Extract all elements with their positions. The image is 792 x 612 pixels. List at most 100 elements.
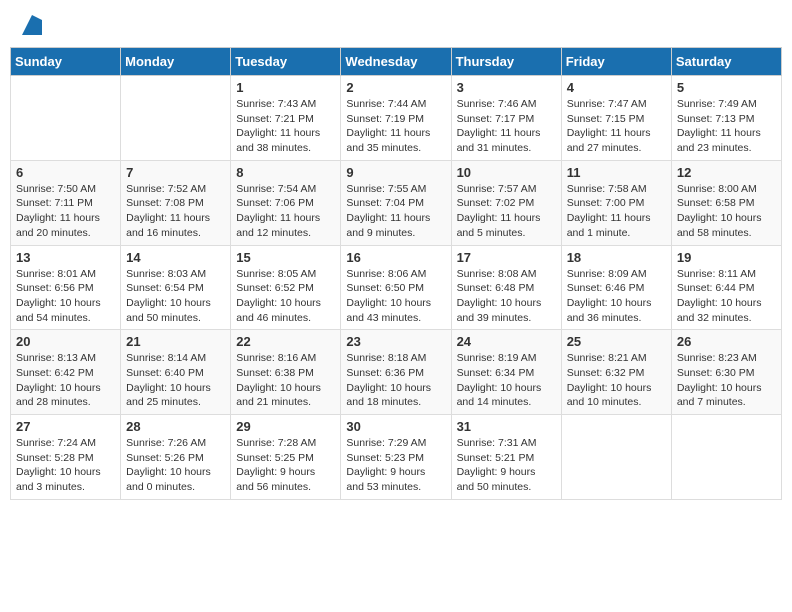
day-cell: 11Sunrise: 7:58 AM Sunset: 7:00 PM Dayli… — [561, 160, 671, 245]
day-cell: 26Sunrise: 8:23 AM Sunset: 6:30 PM Dayli… — [671, 330, 781, 415]
day-info: Sunrise: 7:46 AM Sunset: 7:17 PM Dayligh… — [457, 97, 556, 156]
day-info: Sunrise: 7:26 AM Sunset: 5:26 PM Dayligh… — [126, 436, 225, 495]
day-cell: 3Sunrise: 7:46 AM Sunset: 7:17 PM Daylig… — [451, 76, 561, 161]
day-number: 21 — [126, 334, 225, 349]
day-info: Sunrise: 7:54 AM Sunset: 7:06 PM Dayligh… — [236, 182, 335, 241]
day-cell: 27 Sunrise: 7:24 AM Sunset: 5:28 PM Dayli… — [11, 415, 121, 500]
day-info: Sunrise: 7:24 AM Sunset: 5:28 PM Dayligh… — [16, 436, 115, 495]
day-number: 12 — [677, 165, 776, 180]
day-number: 14 — [126, 250, 225, 265]
day-number: 1 — [236, 80, 335, 95]
day-cell: 6Sunrise: 7:50 AM Sunset: 7:11 PM Daylig… — [11, 160, 121, 245]
day-info: Sunrise: 7:29 AM Sunset: 5:23 PM Dayligh… — [346, 436, 445, 495]
day-number: 8 — [236, 165, 335, 180]
week-row-5: 27 Sunrise: 7:24 AM Sunset: 5:28 PM Dayli… — [11, 415, 782, 500]
day-cell: 2 Sunrise: 7:44 AM Sunset: 7:19 PM Daylig… — [341, 76, 451, 161]
day-info: Sunrise: 7:58 AM Sunset: 7:00 PM Dayligh… — [567, 182, 666, 241]
day-info: Sunrise: 8:03 AM Sunset: 6:54 PM Dayligh… — [126, 267, 225, 326]
day-cell: 19 Sunrise: 8:11 AM Sunset: 6:44 PM Dayli… — [671, 245, 781, 330]
day-number: 13 — [16, 250, 115, 265]
day-info: Sunrise: 7:49 AM Sunset: 7:13 PM Dayligh… — [677, 97, 776, 156]
day-cell — [121, 76, 231, 161]
day-info: Sunrise: 7:31 AM Sunset: 5:21 PM Dayligh… — [457, 436, 556, 495]
day-info: Sunrise: 8:19 AM Sunset: 6:34 PM Dayligh… — [457, 351, 556, 410]
day-cell: 4 Sunrise: 7:47 AM Sunset: 7:15 PM Daylig… — [561, 76, 671, 161]
day-info: Sunrise: 8:11 AM Sunset: 6:44 PM Dayligh… — [677, 267, 776, 326]
day-cell: 13 Sunrise: 8:01 AM Sunset: 6:56 PM Dayli… — [11, 245, 121, 330]
column-header-monday: Monday — [121, 48, 231, 76]
day-cell — [561, 415, 671, 500]
header — [10, 10, 782, 39]
day-cell: 17 Sunrise: 8:08 AM Sunset: 6:48 PM Dayli… — [451, 245, 561, 330]
day-info: Sunrise: 7:44 AM Sunset: 7:19 PM Dayligh… — [346, 97, 445, 156]
column-header-tuesday: Tuesday — [231, 48, 341, 76]
day-info: Sunrise: 7:47 AM Sunset: 7:15 PM Dayligh… — [567, 97, 666, 156]
logo — [18, 14, 42, 35]
day-info: Sunrise: 7:28 AM Sunset: 5:25 PM Dayligh… — [236, 436, 335, 495]
day-info: Sunrise: 8:18 AM Sunset: 6:36 PM Dayligh… — [346, 351, 445, 410]
day-cell: 25 Sunrise: 8:21 AM Sunset: 6:32 PM Dayli… — [561, 330, 671, 415]
day-info: Sunrise: 8:00 AM Sunset: 6:58 PM Dayligh… — [677, 182, 776, 241]
day-info: Sunrise: 8:01 AM Sunset: 6:56 PM Dayligh… — [16, 267, 115, 326]
day-info: Sunrise: 7:55 AM Sunset: 7:04 PM Dayligh… — [346, 182, 445, 241]
day-info: Sunrise: 8:21 AM Sunset: 6:32 PM Dayligh… — [567, 351, 666, 410]
day-cell: 21 Sunrise: 8:14 AM Sunset: 6:40 PM Dayli… — [121, 330, 231, 415]
day-number: 4 — [567, 80, 666, 95]
day-number: 17 — [457, 250, 556, 265]
day-info: Sunrise: 8:14 AM Sunset: 6:40 PM Dayligh… — [126, 351, 225, 410]
day-number: 30 — [346, 419, 445, 434]
day-number: 10 — [457, 165, 556, 180]
day-cell: 1 Sunrise: 7:43 AM Sunset: 7:21 PM Daylig… — [231, 76, 341, 161]
week-row-1: 1 Sunrise: 7:43 AM Sunset: 7:21 PM Daylig… — [11, 76, 782, 161]
day-number: 9 — [346, 165, 445, 180]
day-info: Sunrise: 8:05 AM Sunset: 6:52 PM Dayligh… — [236, 267, 335, 326]
week-row-3: 13 Sunrise: 8:01 AM Sunset: 6:56 PM Dayli… — [11, 245, 782, 330]
day-info: Sunrise: 8:06 AM Sunset: 6:50 PM Dayligh… — [346, 267, 445, 326]
calendar: SundayMondayTuesdayWednesdayThursdayFrid… — [10, 47, 782, 500]
day-cell: 12 Sunrise: 8:00 AM Sunset: 6:58 PM Dayli… — [671, 160, 781, 245]
day-cell: 31 Sunrise: 7:31 AM Sunset: 5:21 PM Dayli… — [451, 415, 561, 500]
day-cell: 16 Sunrise: 8:06 AM Sunset: 6:50 PM Dayli… — [341, 245, 451, 330]
day-info: Sunrise: 8:09 AM Sunset: 6:46 PM Dayligh… — [567, 267, 666, 326]
day-number: 15 — [236, 250, 335, 265]
day-cell: 22 Sunrise: 8:16 AM Sunset: 6:38 PM Dayli… — [231, 330, 341, 415]
day-number: 7 — [126, 165, 225, 180]
day-cell: 30 Sunrise: 7:29 AM Sunset: 5:23 PM Dayli… — [341, 415, 451, 500]
day-cell: 7Sunrise: 7:52 AM Sunset: 7:08 PM Daylig… — [121, 160, 231, 245]
week-row-4: 20 Sunrise: 8:13 AM Sunset: 6:42 PM Dayli… — [11, 330, 782, 415]
day-number: 22 — [236, 334, 335, 349]
day-number: 19 — [677, 250, 776, 265]
column-header-wednesday: Wednesday — [341, 48, 451, 76]
day-cell: 15 Sunrise: 8:05 AM Sunset: 6:52 PM Dayli… — [231, 245, 341, 330]
column-header-sunday: Sunday — [11, 48, 121, 76]
calendar-header-row: SundayMondayTuesdayWednesdayThursdayFrid… — [11, 48, 782, 76]
day-number: 18 — [567, 250, 666, 265]
column-header-friday: Friday — [561, 48, 671, 76]
day-number: 20 — [16, 334, 115, 349]
day-number: 31 — [457, 419, 556, 434]
day-info: Sunrise: 7:57 AM Sunset: 7:02 PM Dayligh… — [457, 182, 556, 241]
day-number: 24 — [457, 334, 556, 349]
day-cell: 23 Sunrise: 8:18 AM Sunset: 6:36 PM Dayli… — [341, 330, 451, 415]
day-info: Sunrise: 8:16 AM Sunset: 6:38 PM Dayligh… — [236, 351, 335, 410]
day-number: 28 — [126, 419, 225, 434]
day-info: Sunrise: 7:43 AM Sunset: 7:21 PM Dayligh… — [236, 97, 335, 156]
day-cell: 20 Sunrise: 8:13 AM Sunset: 6:42 PM Dayli… — [11, 330, 121, 415]
day-info: Sunrise: 8:13 AM Sunset: 6:42 PM Dayligh… — [16, 351, 115, 410]
day-number: 25 — [567, 334, 666, 349]
day-number: 16 — [346, 250, 445, 265]
day-cell: 18 Sunrise: 8:09 AM Sunset: 6:46 PM Dayli… — [561, 245, 671, 330]
day-cell — [671, 415, 781, 500]
day-cell: 24 Sunrise: 8:19 AM Sunset: 6:34 PM Dayli… — [451, 330, 561, 415]
day-number: 6 — [16, 165, 115, 180]
day-number: 2 — [346, 80, 445, 95]
day-info: Sunrise: 8:08 AM Sunset: 6:48 PM Dayligh… — [457, 267, 556, 326]
day-number: 23 — [346, 334, 445, 349]
day-cell: 14 Sunrise: 8:03 AM Sunset: 6:54 PM Dayli… — [121, 245, 231, 330]
day-number: 27 — [16, 419, 115, 434]
day-cell: 29Sunrise: 7:28 AM Sunset: 5:25 PM Dayli… — [231, 415, 341, 500]
day-cell: 9 Sunrise: 7:55 AM Sunset: 7:04 PM Daylig… — [341, 160, 451, 245]
day-cell — [11, 76, 121, 161]
day-cell: 5Sunrise: 7:49 AM Sunset: 7:13 PM Daylig… — [671, 76, 781, 161]
day-cell: 8 Sunrise: 7:54 AM Sunset: 7:06 PM Daylig… — [231, 160, 341, 245]
